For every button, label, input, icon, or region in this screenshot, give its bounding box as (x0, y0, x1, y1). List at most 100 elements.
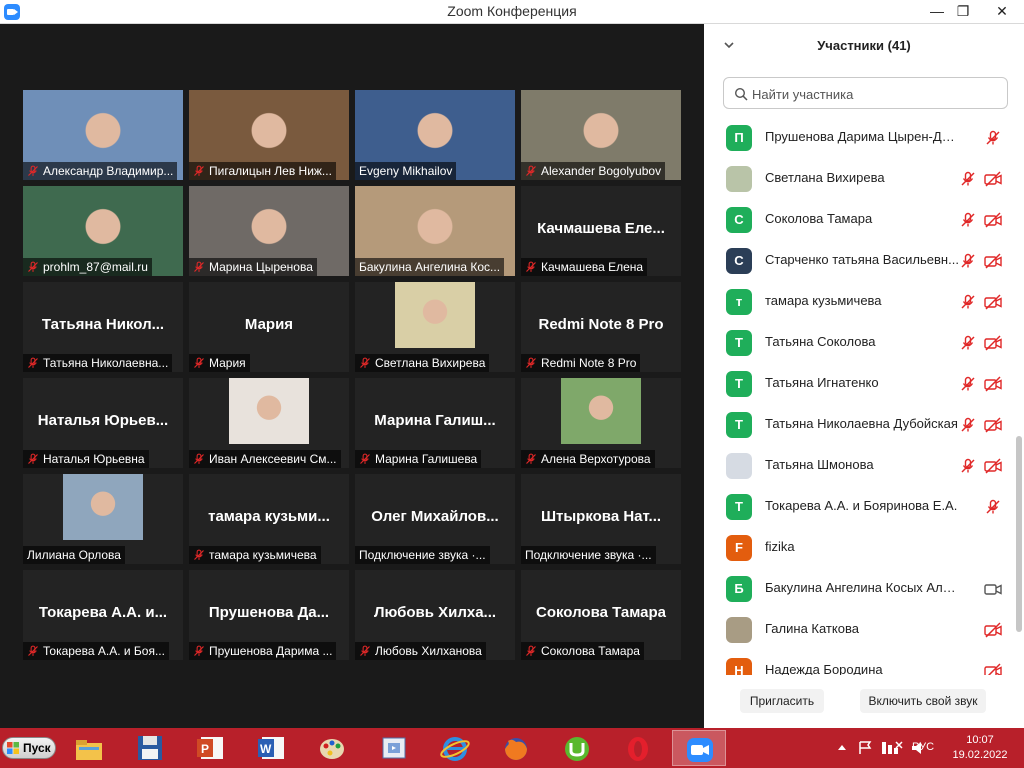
participant-row[interactable]: Ffizika (704, 527, 1016, 568)
video-tile[interactable]: Бакулина Ангелина Кос... (355, 186, 515, 276)
taskbar-app-firefox[interactable] (489, 730, 543, 766)
muted-mic-icon (27, 260, 39, 272)
tile-name-label: Подключение звука ·... (521, 546, 656, 564)
unmute-self-button[interactable]: Включить свой звук (860, 689, 986, 713)
floppy-disk-icon (138, 736, 162, 760)
clock[interactable]: 10:07 19.02.2022 (950, 733, 1010, 763)
video-gallery: Александр Владимир... Пигалицын Лев Ниж..… (0, 24, 704, 728)
participant-row[interactable]: С Старченко татьяна Васильевн... (704, 240, 1016, 281)
video-tile[interactable]: Штыркова Нат... Подключение звука ·... (521, 474, 681, 564)
video-off-icon[interactable] (984, 663, 1002, 675)
tile-name-label: Марина Цыренова (189, 258, 317, 276)
video-tile[interactable]: Марина Цыренова (189, 186, 349, 276)
participant-row[interactable]: Т Татьяна Николаевна Дубойская (704, 404, 1016, 445)
invite-button[interactable]: Пригласить (740, 689, 824, 713)
video-tile[interactable]: Пигалицын Лев Ниж... (189, 90, 349, 180)
search-icon (734, 87, 748, 101)
participant-row[interactable]: П Прушенова Дарима Цырен-Дорж... (704, 117, 1016, 158)
video-tile[interactable]: Олег Михайлов... Подключение звука ·... (355, 474, 515, 564)
participant-row[interactable]: Т Татьяна Игнатенко (704, 363, 1016, 404)
video-tile[interactable]: Татьяна Никол... Татьяна Николаевна... (23, 282, 183, 372)
video-tile[interactable]: Redmi Note 8 Pro Redmi Note 8 Pro (521, 282, 681, 372)
video-off-icon[interactable] (984, 212, 1002, 228)
video-tile[interactable]: Соколова Тамара Соколова Тамара (521, 570, 681, 660)
video-tile[interactable]: Иван Алексеевич См... (189, 378, 349, 468)
muted-mic-icon (193, 644, 205, 656)
taskbar-app-powerpoint[interactable]: P (184, 730, 238, 766)
muted-mic-icon[interactable] (960, 458, 976, 474)
participant-row[interactable]: Татьяна Шмонова (704, 445, 1016, 486)
video-tile[interactable]: Наталья Юрьев... Наталья Юрьевна (23, 378, 183, 468)
windows-logo-icon (7, 742, 19, 754)
search-input[interactable] (752, 84, 1002, 104)
participant-row[interactable]: Галина Каткова (704, 609, 1016, 650)
start-button[interactable]: Пуск (2, 737, 56, 759)
participant-row[interactable]: Светлана Вихирева (704, 158, 1016, 199)
internet-explorer-icon (440, 737, 470, 761)
video-off-icon[interactable] (984, 458, 1002, 474)
muted-mic-icon[interactable] (960, 417, 976, 433)
participant-video (63, 474, 143, 540)
video-tile[interactable]: Лилиана Орлова (23, 474, 183, 564)
video-tile[interactable]: Прушенова Да... Прушенова Дарима ... (189, 570, 349, 660)
video-tile[interactable]: Качмашева Еле... Качмашева Елена (521, 186, 681, 276)
video-tile[interactable]: Алена Верхотурова (521, 378, 681, 468)
video-off-icon[interactable] (984, 253, 1002, 269)
taskbar-app-opera[interactable] (611, 730, 665, 766)
scrollbar-thumb[interactable] (1016, 436, 1022, 632)
video-tile[interactable]: тамара кузьми... тамара кузьмичева (189, 474, 349, 564)
video-off-icon[interactable] (984, 335, 1002, 351)
muted-mic-icon[interactable] (960, 376, 976, 392)
muted-mic-icon[interactable] (985, 499, 1001, 515)
close-button[interactable]: ✕ (980, 0, 1024, 24)
video-off-icon[interactable] (984, 171, 1002, 187)
muted-mic-icon[interactable] (960, 335, 976, 351)
taskbar-app-utorrent[interactable] (550, 730, 604, 766)
taskbar-app-paint[interactable] (306, 730, 360, 766)
taskbar-app-app[interactable] (367, 730, 421, 766)
paint-icon (320, 739, 344, 759)
participant-row[interactable]: т тамара кузьмичева (704, 281, 1016, 322)
maximize-button[interactable]: ❐ (948, 0, 978, 24)
video-tile[interactable]: Evgeny Mikhailov (355, 90, 515, 180)
video-tile[interactable]: prohlm_87@mail.ru (23, 186, 183, 276)
participant-row[interactable]: Б Бакулина Ангелина Косых Алексан... (704, 568, 1016, 609)
tile-display-name: Прушенова Да... (208, 604, 330, 621)
video-off-icon[interactable] (984, 622, 1002, 638)
taskbar-app-floppy-disk[interactable] (123, 730, 177, 766)
taskbar-app-word[interactable]: W (245, 730, 299, 766)
participant-row[interactable]: Т Токарева А.А. и Бояринова Е.А. (704, 486, 1016, 527)
participants-scrollbar[interactable] (1016, 124, 1022, 664)
video-tile[interactable]: Мария Мария (189, 282, 349, 372)
tile-label-text: Redmi Note 8 Pro (541, 356, 637, 370)
video-tile[interactable]: Alexander Bogolyubov (521, 90, 681, 180)
video-tile[interactable]: Любовь Хилха... Любовь Хилханова (355, 570, 515, 660)
taskbar-app-zoom[interactable] (672, 730, 726, 766)
taskbar-app-file-explorer[interactable] (62, 730, 116, 766)
participant-name: Токарева А.А. и Бояринова Е.А. (765, 498, 958, 513)
muted-mic-icon[interactable] (960, 171, 976, 187)
video-camera-icon[interactable] (984, 581, 1002, 597)
taskbar-app-internet-explorer[interactable] (428, 730, 482, 766)
video-tile[interactable]: Светлана Вихирева (355, 282, 515, 372)
muted-mic-icon (27, 452, 39, 464)
tile-name-label: Лилиана Орлова (23, 546, 125, 564)
video-off-icon[interactable] (984, 417, 1002, 433)
participant-name: Бакулина Ангелина Косых Алексан... (765, 580, 959, 595)
participant-search[interactable] (723, 77, 1008, 109)
muted-mic-icon (525, 356, 537, 368)
muted-mic-icon[interactable] (960, 212, 976, 228)
video-off-icon[interactable] (984, 376, 1002, 392)
participant-row[interactable]: Н Надежда Бородина (704, 650, 1016, 675)
video-tile[interactable]: Токарева А.А. и... Токарева А.А. и Боя... (23, 570, 183, 660)
muted-mic-icon (27, 164, 39, 176)
participant-row[interactable]: С Соколова Тамара (704, 199, 1016, 240)
video-tile[interactable]: Александр Владимир... (23, 90, 183, 180)
muted-mic-icon[interactable] (960, 294, 976, 310)
video-tile[interactable]: Марина Галиш... Марина Галишева (355, 378, 515, 468)
video-off-icon[interactable] (984, 294, 1002, 310)
muted-mic-icon[interactable] (960, 253, 976, 269)
participant-row[interactable]: Т Татьяна Соколова (704, 322, 1016, 363)
input-language[interactable]: РУС (912, 741, 934, 753)
muted-mic-icon[interactable] (985, 130, 1001, 146)
